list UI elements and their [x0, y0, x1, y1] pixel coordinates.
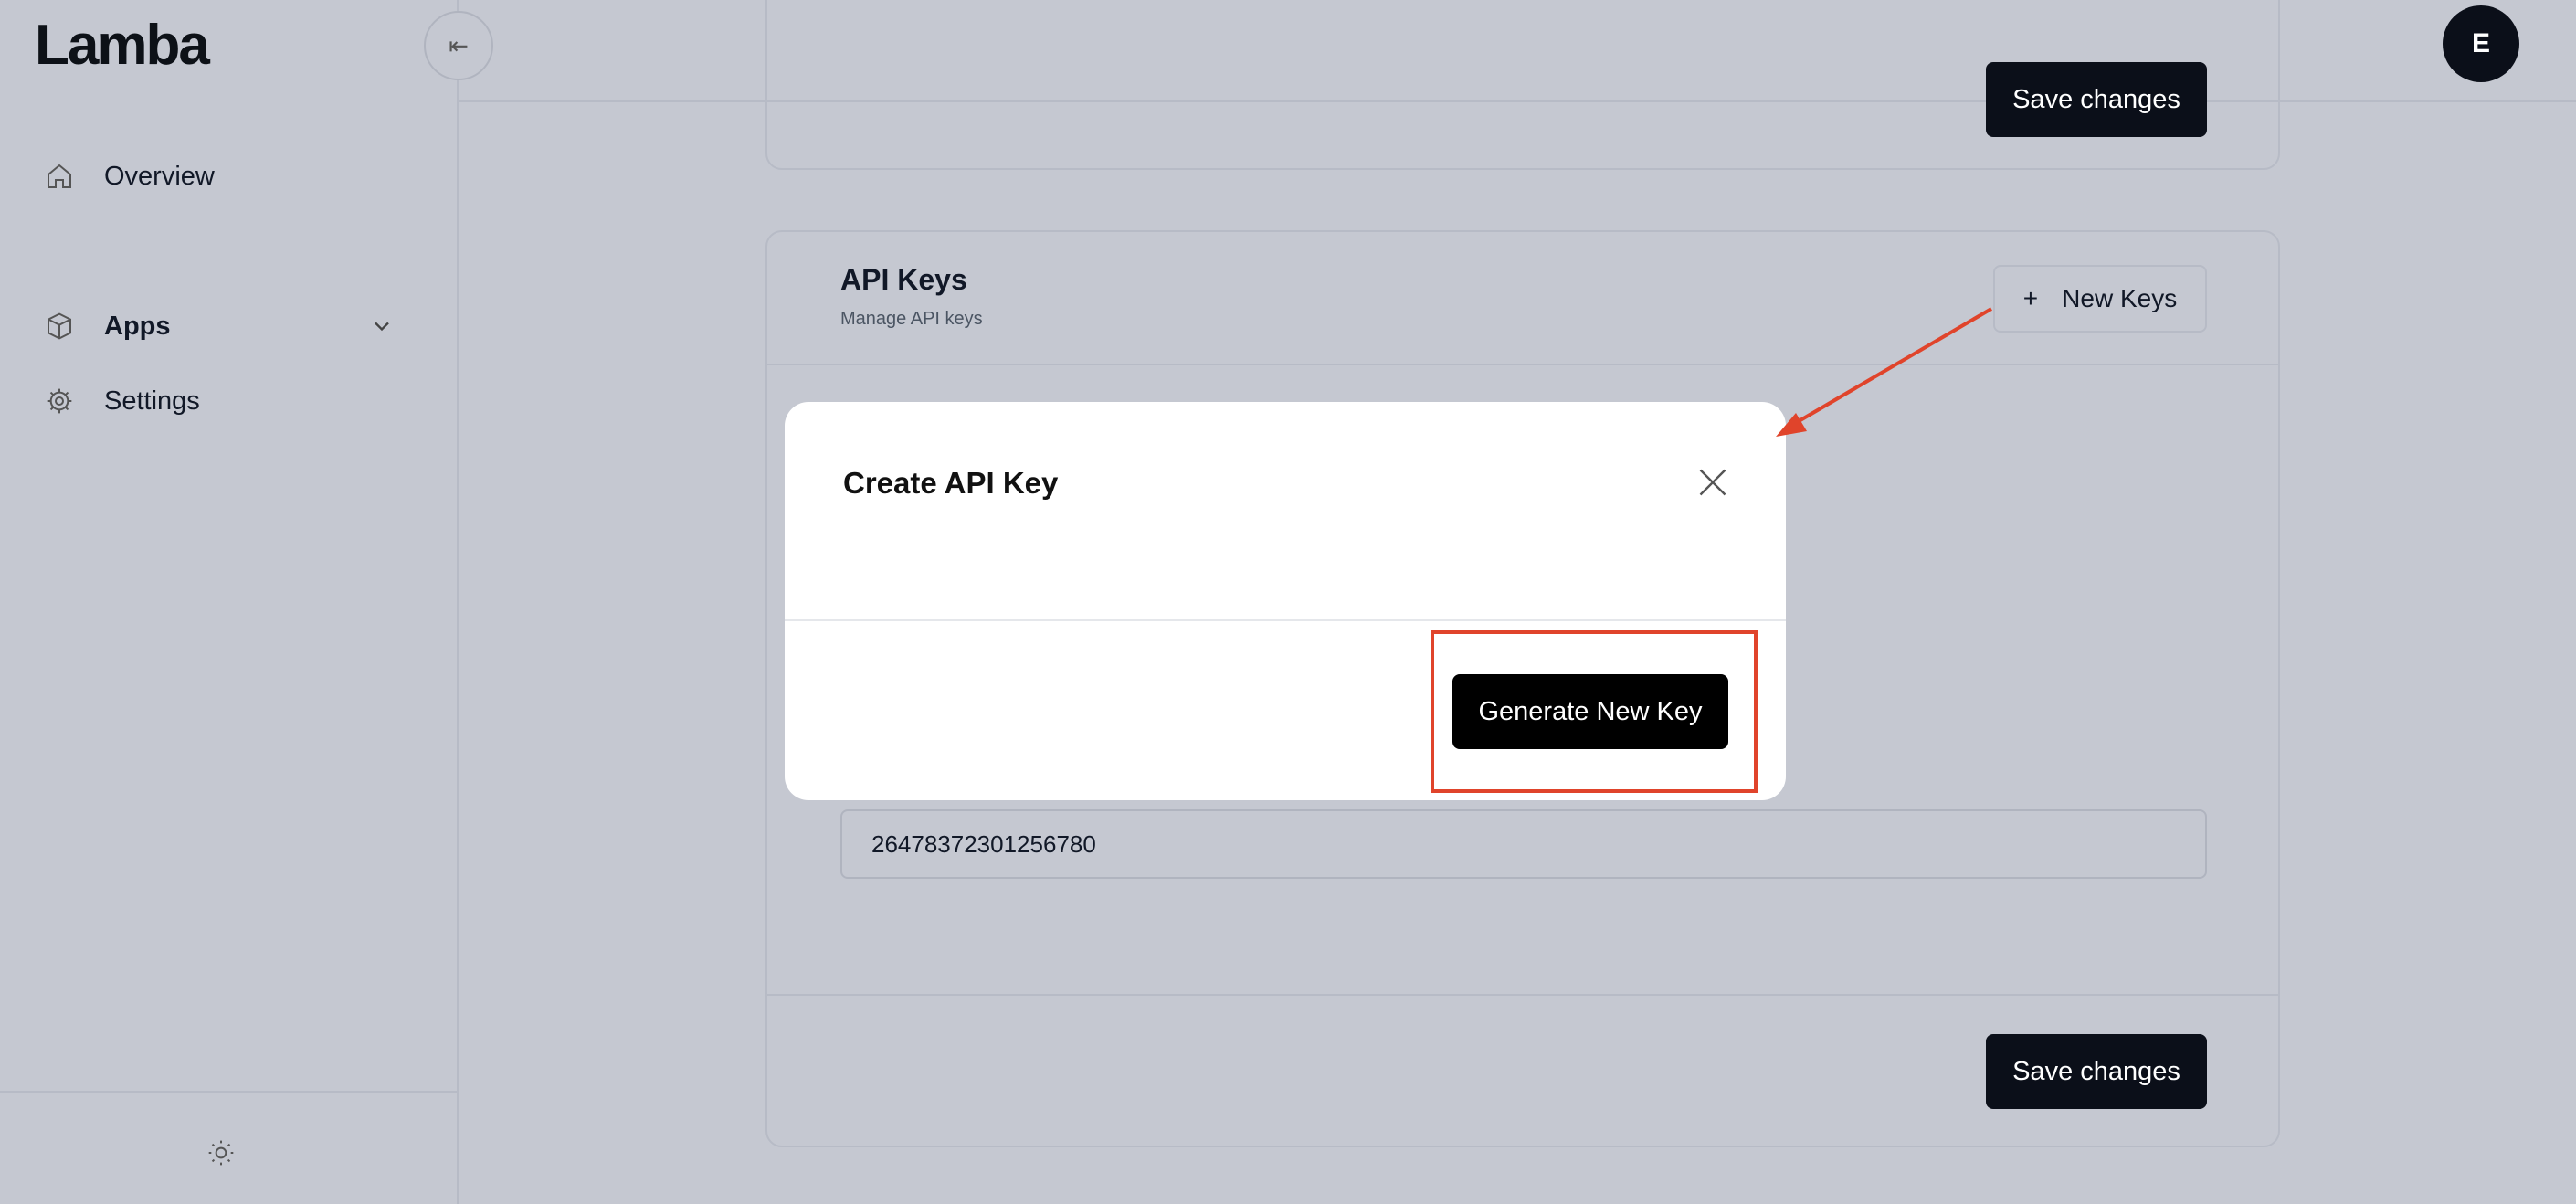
home-icon	[44, 161, 75, 192]
logo[interactable]: Lamba	[35, 13, 210, 78]
sidebar-item-label: Apps	[104, 311, 171, 341]
sidebar-item-label: Settings	[104, 385, 200, 416]
settings-card: Save changes	[765, 0, 2280, 170]
box-icon	[44, 311, 75, 342]
plus-icon: +	[2022, 284, 2039, 312]
gear-icon	[44, 385, 75, 417]
highlight-box	[1431, 630, 1758, 793]
sidebar-item-settings[interactable]: Settings	[44, 385, 200, 417]
sidebar-divider	[0, 1091, 459, 1093]
card-subtitle: Manage API keys	[840, 309, 983, 329]
card-footer-divider	[767, 994, 2278, 996]
close-icon[interactable]	[1696, 466, 1729, 499]
sidebar-item-label: Overview	[104, 161, 215, 191]
sun-icon[interactable]	[206, 1138, 236, 1167]
card-title: API Keys	[840, 263, 967, 296]
save-button[interactable]: Save changes	[1986, 1034, 2207, 1109]
new-keys-label: New Keys	[2062, 284, 2178, 312]
save-button[interactable]: Save changes	[1986, 62, 2207, 137]
sidebar-item-apps[interactable]: Apps	[44, 311, 171, 342]
chevron-down-icon[interactable]	[369, 313, 395, 339]
sidebar: Lamba Overview Apps Settings	[0, 0, 459, 1204]
card-header-divider	[767, 364, 2278, 365]
collapse-sidebar-button[interactable]: ⇤	[424, 11, 493, 80]
new-keys-button[interactable]: + New Keys	[1993, 265, 2207, 333]
avatar[interactable]: E	[2443, 5, 2519, 82]
app-root: Lamba Overview Apps Settings ⇤ E Save ch…	[0, 0, 2576, 1204]
sidebar-item-overview[interactable]: Overview	[44, 161, 215, 192]
modal-title: Create API Key	[843, 466, 1059, 500]
modal-divider	[785, 619, 1786, 621]
api-key-field[interactable]: 26478372301256780	[840, 809, 2207, 879]
